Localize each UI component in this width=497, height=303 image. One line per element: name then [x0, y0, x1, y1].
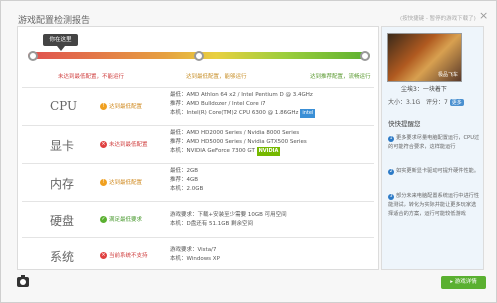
warning-icon: !: [100, 103, 107, 110]
window-title: 游戏配置检测报告: [18, 16, 91, 26]
window-hint: (按快捷键 - 暂停的游戏下载了): [400, 16, 476, 22]
req-disk: 游戏要求：下载+安装至少需要 10GB 可用空间 本机：D盘还有 51.1GB …: [170, 211, 287, 229]
check-icon: ✓: [100, 216, 107, 223]
req-line: 最低：2GB: [170, 168, 199, 174]
req-line: 推荐：AMD HD5000 Series / Nvidia GTX500 Ser…: [170, 139, 307, 145]
nvidia-badge: NVIDIA: [256, 147, 281, 156]
status-gpu: × 未达到最低配置: [100, 140, 148, 148]
game-size: 大小：3.1G: [388, 99, 421, 106]
row-os: 系统 × 当前系统不支持 游戏要求：Vista/7 本机：Windows XP: [22, 237, 374, 271]
status-text: 达到最低配置: [109, 180, 143, 186]
cover-caption: 极品飞车: [437, 72, 458, 78]
error-icon: ×: [100, 141, 107, 148]
category-os: 系统: [50, 250, 75, 264]
req-os: 游戏要求：Vista/7 本机：Windows XP: [170, 246, 220, 264]
tick-label-low: 未达到最低配置，不能运行: [58, 74, 125, 80]
tip-item: 3 部分未来电脑配置系统运行中进行性能测试，转化为实际并能让更多玩家选择适合的方案…: [388, 193, 480, 217]
req-line: 最低：AMD HD2000 Series / Nvidia 8000 Serie…: [170, 130, 300, 136]
req-line-local: 本机：Intel(R) Core(TM)2 CPU 6300 @ 1.86GHz…: [170, 109, 316, 118]
knob-low: [28, 51, 38, 61]
category-gpu: 显卡: [50, 139, 75, 153]
intel-badge: intel: [300, 109, 316, 118]
req-gpu: 最低：AMD HD2000 Series / Nvidia 8000 Serie…: [170, 129, 307, 156]
score-more-badge[interactable]: 更多: [449, 99, 464, 106]
req-line: 本机：D盘还有 51.1GB 剩余空间: [170, 221, 254, 227]
game-name: 尘埃3：一块着下: [401, 86, 447, 93]
warning-icon: !: [100, 179, 107, 186]
report-window: 游戏配置检测报告 (按快捷键 - 暂停的游戏下载了) × 你在这里 未达到最低配…: [0, 0, 497, 303]
status-text: 未达到最低配置: [109, 142, 148, 148]
tip-item: 2 如实更新显卡驱动可提升硬件性能。: [388, 168, 480, 175]
pointer-icon: [57, 46, 65, 51]
tick-label-high: 达到推荐配置，流畅运行: [310, 74, 371, 80]
req-line: 游戏要求：Vista/7: [170, 247, 217, 253]
close-icon[interactable]: ×: [479, 9, 488, 22]
req-line: 本机：2.0GB: [170, 186, 204, 192]
status-text: 当前系统不支持: [109, 253, 148, 259]
req-line: 推荐：4GB: [170, 177, 199, 183]
req-line: 推荐：AMD Bulldozer / Intel Core i7: [170, 101, 266, 107]
tip-item: 1 更多要求尽量电脑配置运行，CPU过的可能符合要求，这样能运行: [388, 135, 480, 150]
game-cover-image[interactable]: 极品飞车: [387, 33, 462, 82]
camera-icon[interactable]: [17, 275, 29, 287]
category-disk: 硬盘: [50, 214, 75, 228]
req-line: 游戏要求：下载+安装至少需要 10GB 可用空间: [170, 212, 287, 218]
status-os: × 当前系统不支持: [100, 251, 148, 259]
req-memory: 最低：2GB 推荐：4GB 本机：2.0GB: [170, 167, 203, 194]
req-line: 最低：AMD Athlon 64 x2 / Intel Pentium D @ …: [170, 92, 313, 98]
tip-number-icon: 1: [388, 136, 394, 142]
category-memory: 内存: [50, 177, 75, 191]
tip-number-icon: 2: [388, 169, 394, 175]
game-info-panel: 极品飞车 尘埃3：一块着下 大小：3.1G 评分：7 更多 快快提醒您 1 更多要…: [381, 26, 484, 270]
tick-label-mid: 达到最低配置，能够运行: [186, 74, 247, 80]
req-cpu: 最低：AMD Athlon 64 x2 / Intel Pentium D @ …: [170, 91, 316, 118]
row-disk: 硬盘 ✓ 满足最低要求 游戏要求：下载+安装至少需要 10GB 可用空间 本机：D…: [22, 201, 374, 237]
game-detail-button[interactable]: ▸ 游戏详情: [441, 276, 486, 289]
tips-title: 快快提醒您: [388, 120, 421, 128]
game-score: 评分：7 更多: [426, 99, 464, 106]
status-text: 满足最低要求: [109, 217, 143, 223]
row-cpu: CPU ! 达到最低配置 最低：AMD Athlon 64 x2 / Intel …: [22, 87, 374, 125]
status-disk: ✓ 满足最低要求: [100, 215, 142, 223]
status-memory: ! 达到最低配置: [100, 178, 142, 186]
row-gpu: 显卡 × 未达到最低配置 最低：AMD HD2000 Series / Nvidi…: [22, 125, 374, 163]
your-position-marker: 你在这里: [43, 34, 78, 46]
row-memory: 内存 ! 达到最低配置 最低：2GB 推荐：4GB 本机：2.0GB: [22, 163, 374, 201]
category-cpu: CPU: [50, 99, 78, 113]
status-cpu: ! 达到最低配置: [100, 102, 142, 110]
tip-number-icon: 3: [388, 194, 394, 200]
knob-mid: [194, 51, 204, 61]
req-line-local: 本机：NVIDIA GeForce 7300 GT NVIDIA: [170, 147, 281, 156]
req-line: 本机：Windows XP: [170, 256, 220, 262]
status-text: 达到最低配置: [109, 104, 143, 110]
error-icon: ×: [100, 252, 107, 259]
config-panel: 你在这里 未达到最低配置，不能运行 达到最低配置，能够运行 达到推荐配置，流畅运…: [17, 26, 379, 270]
knob-high: [360, 51, 370, 61]
